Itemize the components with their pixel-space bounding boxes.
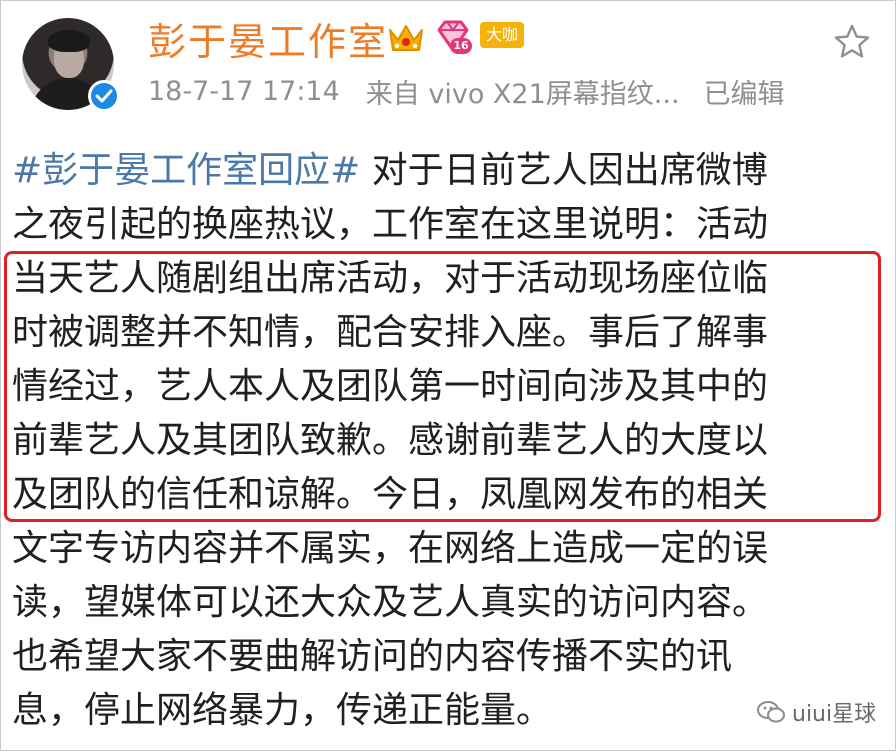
topic-hashtag[interactable]: #彭于晏工作室回应# [12,150,360,191]
verified-icon [88,80,120,112]
favorite-star-icon[interactable] [832,22,872,62]
post-date: 18-7-17 17:14 [148,75,340,107]
content-line: #彭于晏工作室回应# 对于日前艺人因出席微博 [12,144,884,198]
edited-label[interactable]: 已编辑 [704,72,785,111]
daka-badge: 大咖 [480,22,525,48]
wechat-icon [757,701,785,723]
content-line: 息，停止网络暴力，传递正能量。 [12,690,553,731]
member-level-badge: 16 [450,38,472,54]
crown-icon [389,25,423,51]
content-line: 读，望媒体可以还大众及艺人真实的访问内容。 [12,582,769,623]
author-name[interactable]: 彭于晏工作室 [148,14,388,64]
post-meta: 18-7-17 17:14 来自 vivo X21屏幕指纹... 已编辑 [148,72,785,110]
content-line: 之夜引起的换座热议，工作室在这里说明：活动 [12,204,769,245]
highlight-box [4,251,881,522]
content-line: 文字专访内容并不属实，在网络上造成一定的误 [12,528,769,569]
post-source[interactable]: 来自 vivo X21屏幕指纹... [366,72,680,111]
content-text: 对于日前艺人因出席微博 [360,150,768,191]
post-header: 彭于晏工作室 16 大咖 18-7-17 17:14 来自 vivo X21屏幕… [0,0,896,135]
watermark-text: uiui星球 [792,702,877,727]
watermark: uiui星球 [756,694,876,730]
content-line: 也希望大家不要曲解访问的内容传播不实的讯 [12,636,733,677]
